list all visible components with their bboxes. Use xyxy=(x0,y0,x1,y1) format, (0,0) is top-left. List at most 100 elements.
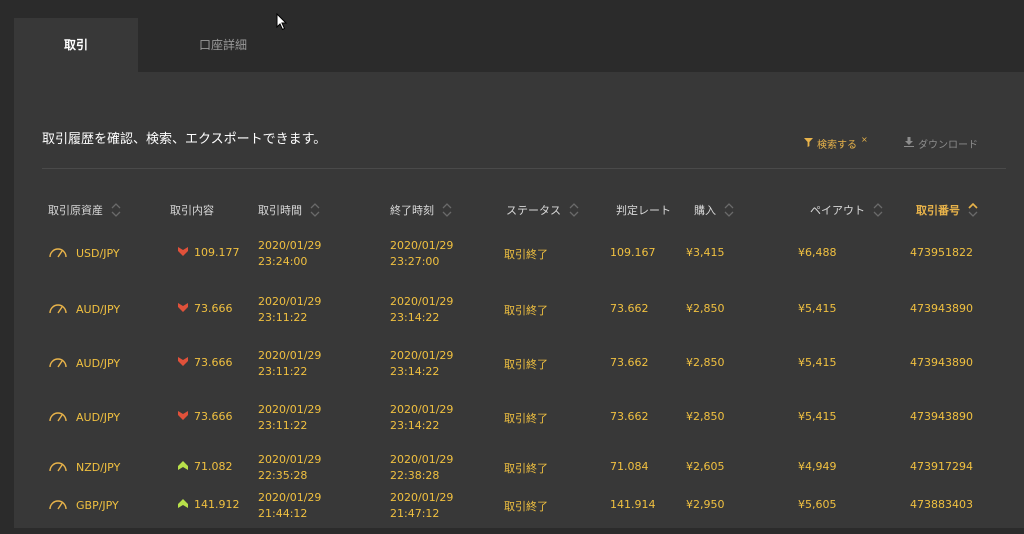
entry-rate: 71.082 xyxy=(194,460,233,473)
payout-cell: ¥5,415 xyxy=(798,356,837,369)
trade-id-cell: 473943890 xyxy=(910,302,973,315)
trade-time-cell: 2020/01/29 23:24:00 xyxy=(258,238,321,270)
end-time-cell: 2020/01/29 23:14:22 xyxy=(390,294,453,326)
tab-trades[interactable]: 取引 xyxy=(14,18,138,72)
header-trade-id-label: 取引番号 xyxy=(916,204,960,217)
end-time-cell: 2020/01/29 23:27:00 xyxy=(390,238,453,270)
end-time-cell: 2020/01/29 21:47:12 xyxy=(390,490,453,522)
asset-name: GBP/JPY xyxy=(76,499,119,512)
purchase-cell: ¥2,850 xyxy=(686,410,725,423)
asset-name: AUD/JPY xyxy=(76,303,121,316)
end-date: 2020/01/29 xyxy=(390,491,454,504)
sort-icon[interactable] xyxy=(310,203,320,217)
purchase-cell: ¥2,850 xyxy=(686,302,725,315)
mouse-cursor-icon xyxy=(276,12,288,35)
judge-rate-cell: 109.167 xyxy=(610,246,656,259)
end-time-cell: 2020/01/29 23:14:22 xyxy=(390,348,453,380)
payout-cell: ¥5,415 xyxy=(798,410,837,423)
filter-button[interactable]: 検索する × xyxy=(804,135,868,151)
status-cell: 取引終了 xyxy=(504,304,548,317)
sort-icon[interactable] xyxy=(724,203,734,217)
up-arrow-icon xyxy=(178,460,188,473)
asset-cell: NZD/JPY xyxy=(48,460,120,475)
header-trade-time-label: 取引時間 xyxy=(258,204,302,217)
trade-content-cell: 73.666 xyxy=(178,410,233,423)
sort-icon[interactable] xyxy=(873,203,883,217)
sort-icon[interactable] xyxy=(968,203,978,217)
filter-clear-icon[interactable]: × xyxy=(861,135,868,144)
status-cell: 取引終了 xyxy=(504,358,548,371)
end-date: 2020/01/29 xyxy=(390,349,454,362)
end-time: 21:47:12 xyxy=(390,507,440,520)
up-arrow-icon xyxy=(178,498,188,511)
trade-content-cell: 73.666 xyxy=(178,356,233,369)
table-row[interactable]: AUD/JPY 73.666 2020/01/29 23:11:22 2020/01/2… xyxy=(14,348,1024,392)
gauge-icon xyxy=(48,302,68,317)
trade-content-cell: 109.177 xyxy=(178,246,240,259)
header-purchase[interactable]: 購入 xyxy=(694,202,734,218)
trade-date: 2020/01/29 xyxy=(258,239,322,252)
trade-date: 2020/01/29 xyxy=(258,295,322,308)
trade-content-cell: 73.666 xyxy=(178,302,233,315)
trade-time: 23:11:22 xyxy=(258,419,308,432)
trade-time: 23:11:22 xyxy=(258,311,308,324)
entry-rate: 73.666 xyxy=(194,302,233,315)
sort-icon[interactable] xyxy=(442,203,452,217)
trade-time-cell: 2020/01/29 23:11:22 xyxy=(258,348,321,380)
trade-date: 2020/01/29 xyxy=(258,403,322,416)
header-end-time[interactable]: 終了時刻 xyxy=(390,202,452,218)
asset-name: AUD/JPY xyxy=(76,411,121,424)
down-arrow-icon xyxy=(178,356,188,369)
table-row[interactable]: USD/JPY 109.177 2020/01/29 23:24:00 2020/01/… xyxy=(14,238,1024,282)
header-trade-id[interactable]: 取引番号 xyxy=(916,202,978,218)
header-payout-label: ペイアウト xyxy=(810,204,865,217)
asset-cell: GBP/JPY xyxy=(48,498,119,513)
download-icon xyxy=(904,137,914,150)
header-trade-time[interactable]: 取引時間 xyxy=(258,202,320,218)
table-row[interactable]: GBP/JPY 141.912 2020/01/29 21:44:12 2020/01/… xyxy=(14,490,1024,534)
trade-history-panel: 取引履歴を確認、検索、エクスポートできます。 検索する × ダウンロード 取引原… xyxy=(14,72,1024,528)
table-row[interactable]: AUD/JPY 73.666 2020/01/29 23:11:22 2020/01/2… xyxy=(14,402,1024,446)
judge-rate-cell: 73.662 xyxy=(610,410,649,423)
purchase-cell: ¥2,950 xyxy=(686,498,725,511)
download-button[interactable]: ダウンロード xyxy=(904,136,978,151)
trade-date: 2020/01/29 xyxy=(258,453,322,466)
download-label: ダウンロード xyxy=(918,140,978,151)
asset-name: AUD/JPY xyxy=(76,357,121,370)
tab-bar: 取引 口座詳細 xyxy=(14,18,1024,72)
down-arrow-icon xyxy=(178,410,188,423)
header-judge-rate-label: 判定レート xyxy=(616,204,671,217)
end-time: 23:14:22 xyxy=(390,311,440,324)
header-payout[interactable]: ペイアウト xyxy=(810,202,883,218)
entry-rate: 141.912 xyxy=(194,498,240,511)
header-asset[interactable]: 取引原資産 xyxy=(48,202,121,218)
trade-time: 23:24:00 xyxy=(258,255,308,268)
purchase-cell: ¥3,415 xyxy=(686,246,725,259)
payout-cell: ¥5,605 xyxy=(798,498,837,511)
header-purchase-label: 購入 xyxy=(694,204,716,217)
asset-cell: AUD/JPY xyxy=(48,410,120,425)
end-time-cell: 2020/01/29 23:14:22 xyxy=(390,402,453,434)
filter-label: 検索する xyxy=(817,140,857,151)
header-status-label: ステータス xyxy=(506,204,561,217)
header-trade-content-label: 取引内容 xyxy=(170,204,214,217)
trade-time: 23:11:22 xyxy=(258,365,308,378)
header-status[interactable]: ステータス xyxy=(506,202,579,218)
end-date: 2020/01/29 xyxy=(390,453,454,466)
judge-rate-cell: 141.914 xyxy=(610,498,656,511)
trade-id-cell: 473917294 xyxy=(910,460,973,473)
trade-date: 2020/01/29 xyxy=(258,349,322,362)
gauge-icon xyxy=(48,356,68,371)
table-row[interactable]: AUD/JPY 73.666 2020/01/29 23:11:22 2020/01/2… xyxy=(14,294,1024,338)
trade-time-cell: 2020/01/29 23:11:22 xyxy=(258,294,321,326)
status-cell: 取引終了 xyxy=(504,462,548,475)
judge-rate-cell: 71.084 xyxy=(610,460,649,473)
sort-icon[interactable] xyxy=(569,203,579,217)
entry-rate: 73.666 xyxy=(194,410,233,423)
end-date: 2020/01/29 xyxy=(390,295,454,308)
asset-cell: AUD/JPY xyxy=(48,302,120,317)
end-time-cell: 2020/01/29 22:38:28 xyxy=(390,452,453,484)
header-judge-rate: 判定レート xyxy=(616,202,671,218)
gauge-icon xyxy=(48,460,68,475)
sort-icon[interactable] xyxy=(111,203,121,217)
